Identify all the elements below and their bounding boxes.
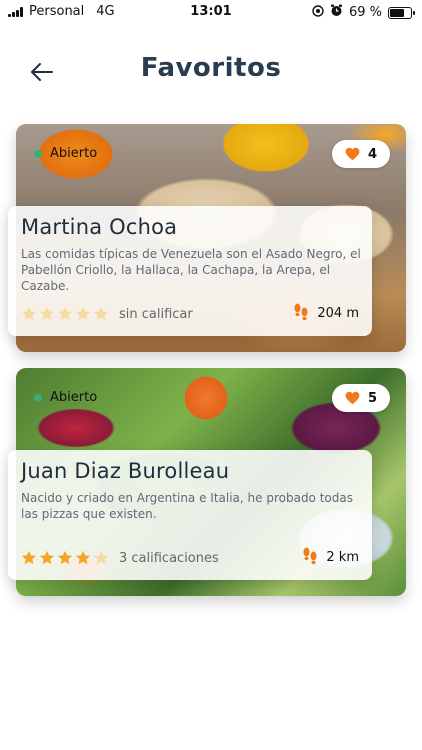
distance-value: 2 km [326, 549, 359, 565]
star-icon [39, 306, 55, 321]
description: Nacido y criado en Argentina e Italia, h… [21, 491, 353, 521]
open-status: Abierto [34, 390, 97, 405]
distance: 204 m [293, 303, 359, 323]
open-status: Abierto [34, 146, 97, 161]
open-dot-icon [34, 149, 42, 158]
owner-name: Martina Ochoa [21, 215, 178, 239]
star-rating [21, 306, 109, 322]
star-icon [21, 306, 37, 321]
star-icon [57, 550, 73, 565]
star-rating [21, 550, 109, 566]
star-icon [39, 550, 55, 565]
distance-value: 204 m [317, 305, 359, 321]
likes-badge[interactable]: 4 [332, 140, 390, 168]
battery-icon [388, 6, 415, 19]
star-icon [93, 306, 109, 321]
description: Las comidas típicas de Venezuela son el … [21, 247, 361, 293]
favorite-card[interactable]: Abierto 4 Martina Ochoa Las comidas típi… [8, 124, 406, 352]
rating-label: sin calificar [119, 306, 193, 322]
rating-row: sin calificar [21, 306, 193, 322]
status-bar: Personal 4G 13:01 69 % [0, 0, 422, 24]
battery-percent: 69 % [348, 5, 382, 20]
heart-icon [345, 147, 360, 161]
heart-icon [345, 391, 360, 405]
page-title: Favoritos [140, 53, 282, 83]
star-icon [57, 306, 73, 321]
status-label: Abierto [50, 390, 98, 405]
star-icon [21, 550, 37, 565]
info-panel[interactable]: Juan Diaz Burolleau Nacido y criado en A… [8, 450, 372, 580]
status-right: 69 % [312, 4, 415, 21]
distance: 2 km [302, 547, 359, 567]
open-dot-icon [34, 393, 42, 402]
rating-label: 3 calificaciones [119, 550, 219, 566]
battery-fill [390, 8, 404, 17]
favorite-card[interactable]: Abierto 5 Juan Diaz Burolleau Nacido y c… [8, 368, 406, 596]
likes-badge[interactable]: 5 [332, 384, 390, 412]
location-icon [312, 4, 324, 21]
likes-count: 4 [367, 146, 378, 162]
info-panel[interactable]: Martina Ochoa Las comidas típicas de Ven… [8, 206, 372, 336]
footsteps-icon [303, 547, 317, 565]
rating-row: 3 calificaciones [21, 550, 219, 566]
status-label: Abierto [50, 146, 98, 161]
star-icon [75, 550, 91, 565]
footsteps-icon [294, 303, 308, 321]
alarm-icon [330, 4, 343, 21]
star-icon [93, 550, 109, 565]
star-icon [75, 306, 91, 321]
likes-count: 5 [367, 390, 378, 406]
owner-name: Juan Diaz Burolleau [21, 459, 230, 483]
